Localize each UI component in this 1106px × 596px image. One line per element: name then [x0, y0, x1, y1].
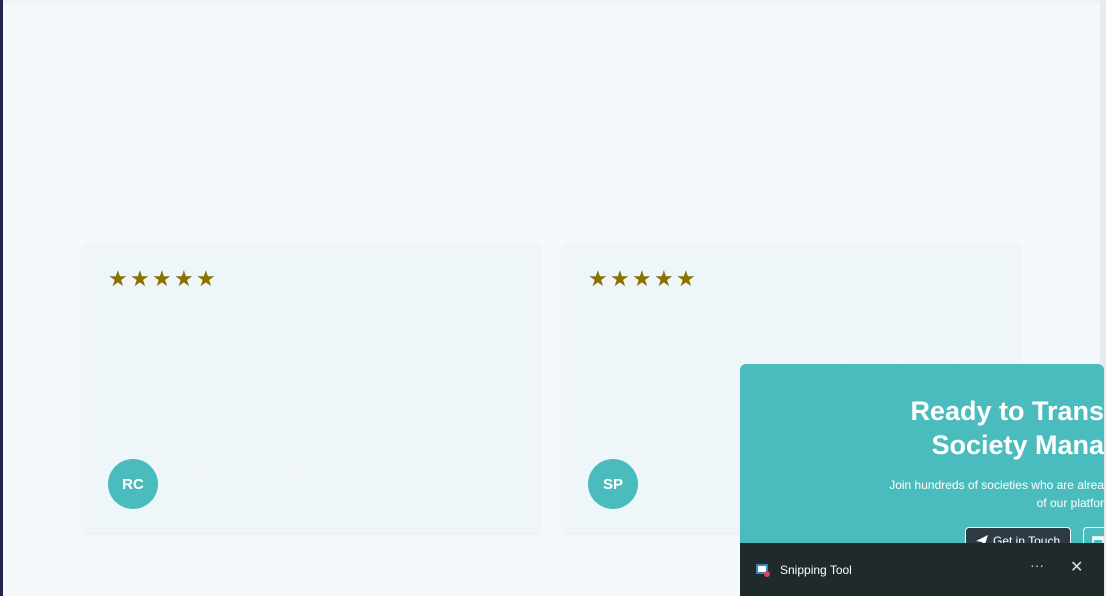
- snipping-tool-notification[interactable]: Snipping Tool ··· ✕: [740, 543, 1104, 596]
- person-role: Society President, Green Valley Apartmen…: [175, 488, 427, 503]
- person-name: Rajesh Chawla: [175, 459, 310, 480]
- more-options-icon[interactable]: ···: [1030, 557, 1044, 573]
- avatar: SP: [588, 459, 638, 509]
- star-icon: ★: [610, 266, 630, 291]
- star-icon: ★: [174, 266, 194, 291]
- close-icon[interactable]: ✕: [1070, 557, 1083, 577]
- star-icon: ★: [588, 266, 608, 291]
- testimonial-quote: "Since integrating this platform, our ma…: [108, 319, 487, 430]
- page-top-band: [3, 0, 1103, 4]
- star-icon: ★: [130, 266, 150, 291]
- star-icon: ★: [654, 266, 674, 291]
- star-rating: ★ ★ ★ ★ ★: [108, 266, 216, 291]
- person-name: Sarita Pa...: [655, 459, 753, 480]
- star-rating: ★ ★ ★ ★ ★: [588, 266, 696, 291]
- person-role: Property M...: [655, 488, 730, 503]
- star-icon: ★: [152, 266, 172, 291]
- cta-title: Ready to Trans Society Mana: [910, 396, 1104, 460]
- testimonial-card: ★ ★ ★ ★ ★ "Since integrating this platfo…: [83, 243, 540, 533]
- star-icon: ★: [108, 266, 128, 291]
- star-icon: ★: [632, 266, 652, 291]
- avatar: RC: [108, 459, 158, 509]
- star-icon: ★: [196, 266, 216, 291]
- snipping-tool-label: Snipping Tool: [780, 562, 852, 577]
- snipping-tool-icon: [755, 562, 771, 578]
- cta-description: Join hundreds of societies who are alrea…: [889, 478, 1104, 510]
- star-icon: ★: [676, 266, 696, 291]
